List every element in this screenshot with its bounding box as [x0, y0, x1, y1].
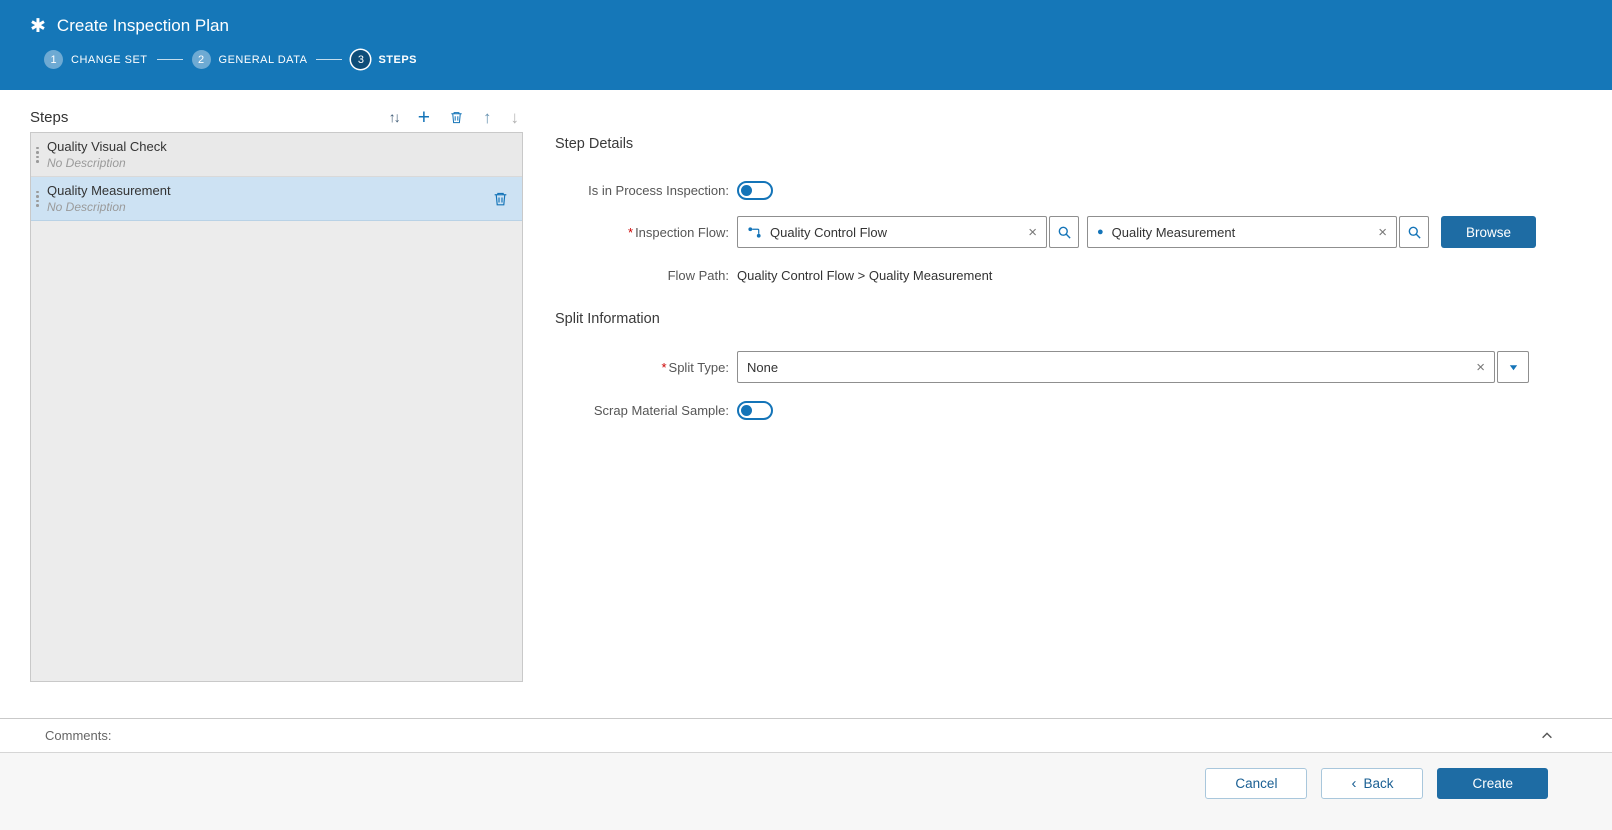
wizard-step-steps[interactable]: 3 STEPS: [351, 50, 417, 69]
sort-steps-icon[interactable]: ↑↓: [389, 110, 399, 124]
scrap-material-sample-toggle[interactable]: [737, 401, 773, 420]
comments-bar[interactable]: Comments:: [0, 718, 1612, 752]
split-type-label-text: Split Type:: [669, 360, 729, 375]
step-details-title: Step Details: [555, 136, 1612, 152]
wizard-header: ✱ Create Inspection Plan 1 CHANGE SET 2 …: [0, 0, 1612, 90]
steps-panel: Steps ↑↓ + ↑ ↓ Qualit: [0, 90, 523, 718]
toggle-knob: [741, 405, 752, 416]
delete-step-trash-icon[interactable]: [449, 110, 464, 125]
inspection-flow-label: *Inspection Flow:: [555, 225, 737, 240]
back-chevron-icon: ‹: [1351, 775, 1356, 792]
dropdown-chevron-icon[interactable]: [1497, 351, 1529, 383]
inspection-flow-step-field[interactable]: ● ×: [1087, 216, 1397, 248]
step-item-description: No Description: [47, 156, 167, 170]
split-type-field[interactable]: ×: [737, 351, 1495, 383]
step-2-circle: 2: [192, 50, 211, 69]
inspection-flow-field[interactable]: ×: [737, 216, 1047, 248]
required-asterisk: *: [661, 360, 666, 375]
step-connector: [316, 59, 342, 60]
add-step-icon[interactable]: +: [418, 107, 430, 128]
is-in-process-inspection-row: Is in Process Inspection:: [555, 176, 1612, 204]
step-item-name: Quality Visual Check: [47, 139, 167, 154]
split-type-row: *Split Type: ×: [555, 351, 1612, 383]
inspection-flow-row: *Inspection Flow: ×: [555, 216, 1612, 248]
clear-icon[interactable]: ×: [1476, 360, 1485, 375]
create-button[interactable]: Create: [1437, 768, 1548, 799]
step-list-item-quality-measurement[interactable]: Quality Measurement No Description: [31, 177, 522, 221]
title-row: ✱ Create Inspection Plan: [30, 11, 1612, 41]
step-item-name: Quality Measurement: [47, 183, 171, 198]
required-asterisk: *: [628, 225, 633, 240]
flow-icon: [747, 225, 762, 240]
clear-icon[interactable]: ×: [1378, 225, 1387, 240]
wizard-stepper: 1 CHANGE SET 2 GENERAL DATA 3 STEPS: [30, 50, 1612, 69]
main-content: Steps ↑↓ + ↑ ↓ Qualit: [0, 90, 1612, 718]
step-3-circle: 3: [351, 50, 370, 69]
back-button-label: Back: [1363, 776, 1393, 791]
inspection-flow-label-text: Inspection Flow:: [635, 225, 729, 240]
search-icon-button[interactable]: [1049, 216, 1079, 248]
flow-path-label: Flow Path:: [555, 268, 737, 283]
step-item-text: Quality Measurement No Description: [47, 183, 171, 214]
toggle-knob: [741, 185, 752, 196]
comments-label: Comments:: [45, 728, 111, 743]
create-inspection-plan-window: ✱ Create Inspection Plan 1 CHANGE SET 2 …: [0, 0, 1612, 830]
inspection-flow-combo: ×: [737, 216, 1079, 248]
step-dot-icon: ●: [1097, 227, 1104, 238]
move-step-down-icon[interactable]: ↓: [511, 109, 520, 126]
split-type-input[interactable]: [747, 360, 1468, 375]
move-step-up-icon[interactable]: ↑: [483, 109, 492, 126]
steps-toolbar: ↑↓ + ↑ ↓: [389, 107, 523, 128]
is-in-process-inspection-toggle[interactable]: [737, 181, 773, 200]
steps-list: Quality Visual Check No Description Qual…: [30, 132, 523, 682]
drag-handle-icon[interactable]: [36, 147, 39, 163]
drag-handle-icon[interactable]: [36, 191, 39, 207]
back-button[interactable]: ‹ Back: [1321, 768, 1423, 799]
step-list-item-quality-visual-check[interactable]: Quality Visual Check No Description: [31, 133, 522, 177]
page-title: Create Inspection Plan: [57, 16, 229, 36]
step-item-text: Quality Visual Check No Description: [47, 139, 167, 170]
step-2-label: GENERAL DATA: [219, 54, 308, 66]
split-information-title: Split Information: [555, 311, 1612, 327]
step-1-circle: 1: [44, 50, 63, 69]
search-icon-button[interactable]: [1399, 216, 1429, 248]
scrap-material-sample-label: Scrap Material Sample:: [555, 403, 737, 418]
step-connector: [157, 59, 183, 60]
steps-panel-title: Steps: [30, 109, 68, 126]
split-type-label: *Split Type:: [555, 360, 737, 375]
footer-actions: Cancel ‹ Back Create: [0, 752, 1612, 830]
step-item-description: No Description: [47, 200, 171, 214]
step-details-panel: Step Details Is in Process Inspection: *…: [523, 90, 1612, 718]
browse-button[interactable]: Browse: [1441, 216, 1536, 248]
wizard-step-change-set[interactable]: 1 CHANGE SET: [44, 50, 148, 69]
inspection-flow-input[interactable]: [770, 225, 1020, 240]
chevron-up-icon[interactable]: [1540, 729, 1554, 743]
split-type-select: ×: [737, 351, 1529, 383]
steps-panel-header: Steps ↑↓ + ↑ ↓: [30, 104, 523, 130]
wizard-step-general-data[interactable]: 2 GENERAL DATA: [192, 50, 308, 69]
flow-path-value: Quality Control Flow > Quality Measureme…: [737, 268, 992, 283]
flow-path-row: Flow Path: Quality Control Flow > Qualit…: [555, 261, 1612, 289]
is-in-process-inspection-label: Is in Process Inspection:: [555, 183, 737, 198]
scrap-material-sample-row: Scrap Material Sample:: [555, 396, 1612, 424]
inspection-flow-step-combo: ● ×: [1087, 216, 1429, 248]
cancel-button[interactable]: Cancel: [1205, 768, 1307, 799]
step-1-label: CHANGE SET: [71, 54, 148, 66]
app-asterisk-icon: ✱: [30, 17, 46, 36]
inspection-flow-step-input[interactable]: [1112, 225, 1371, 240]
step-3-label: STEPS: [378, 54, 417, 66]
delete-item-trash-icon[interactable]: [492, 190, 509, 207]
clear-icon[interactable]: ×: [1028, 225, 1037, 240]
